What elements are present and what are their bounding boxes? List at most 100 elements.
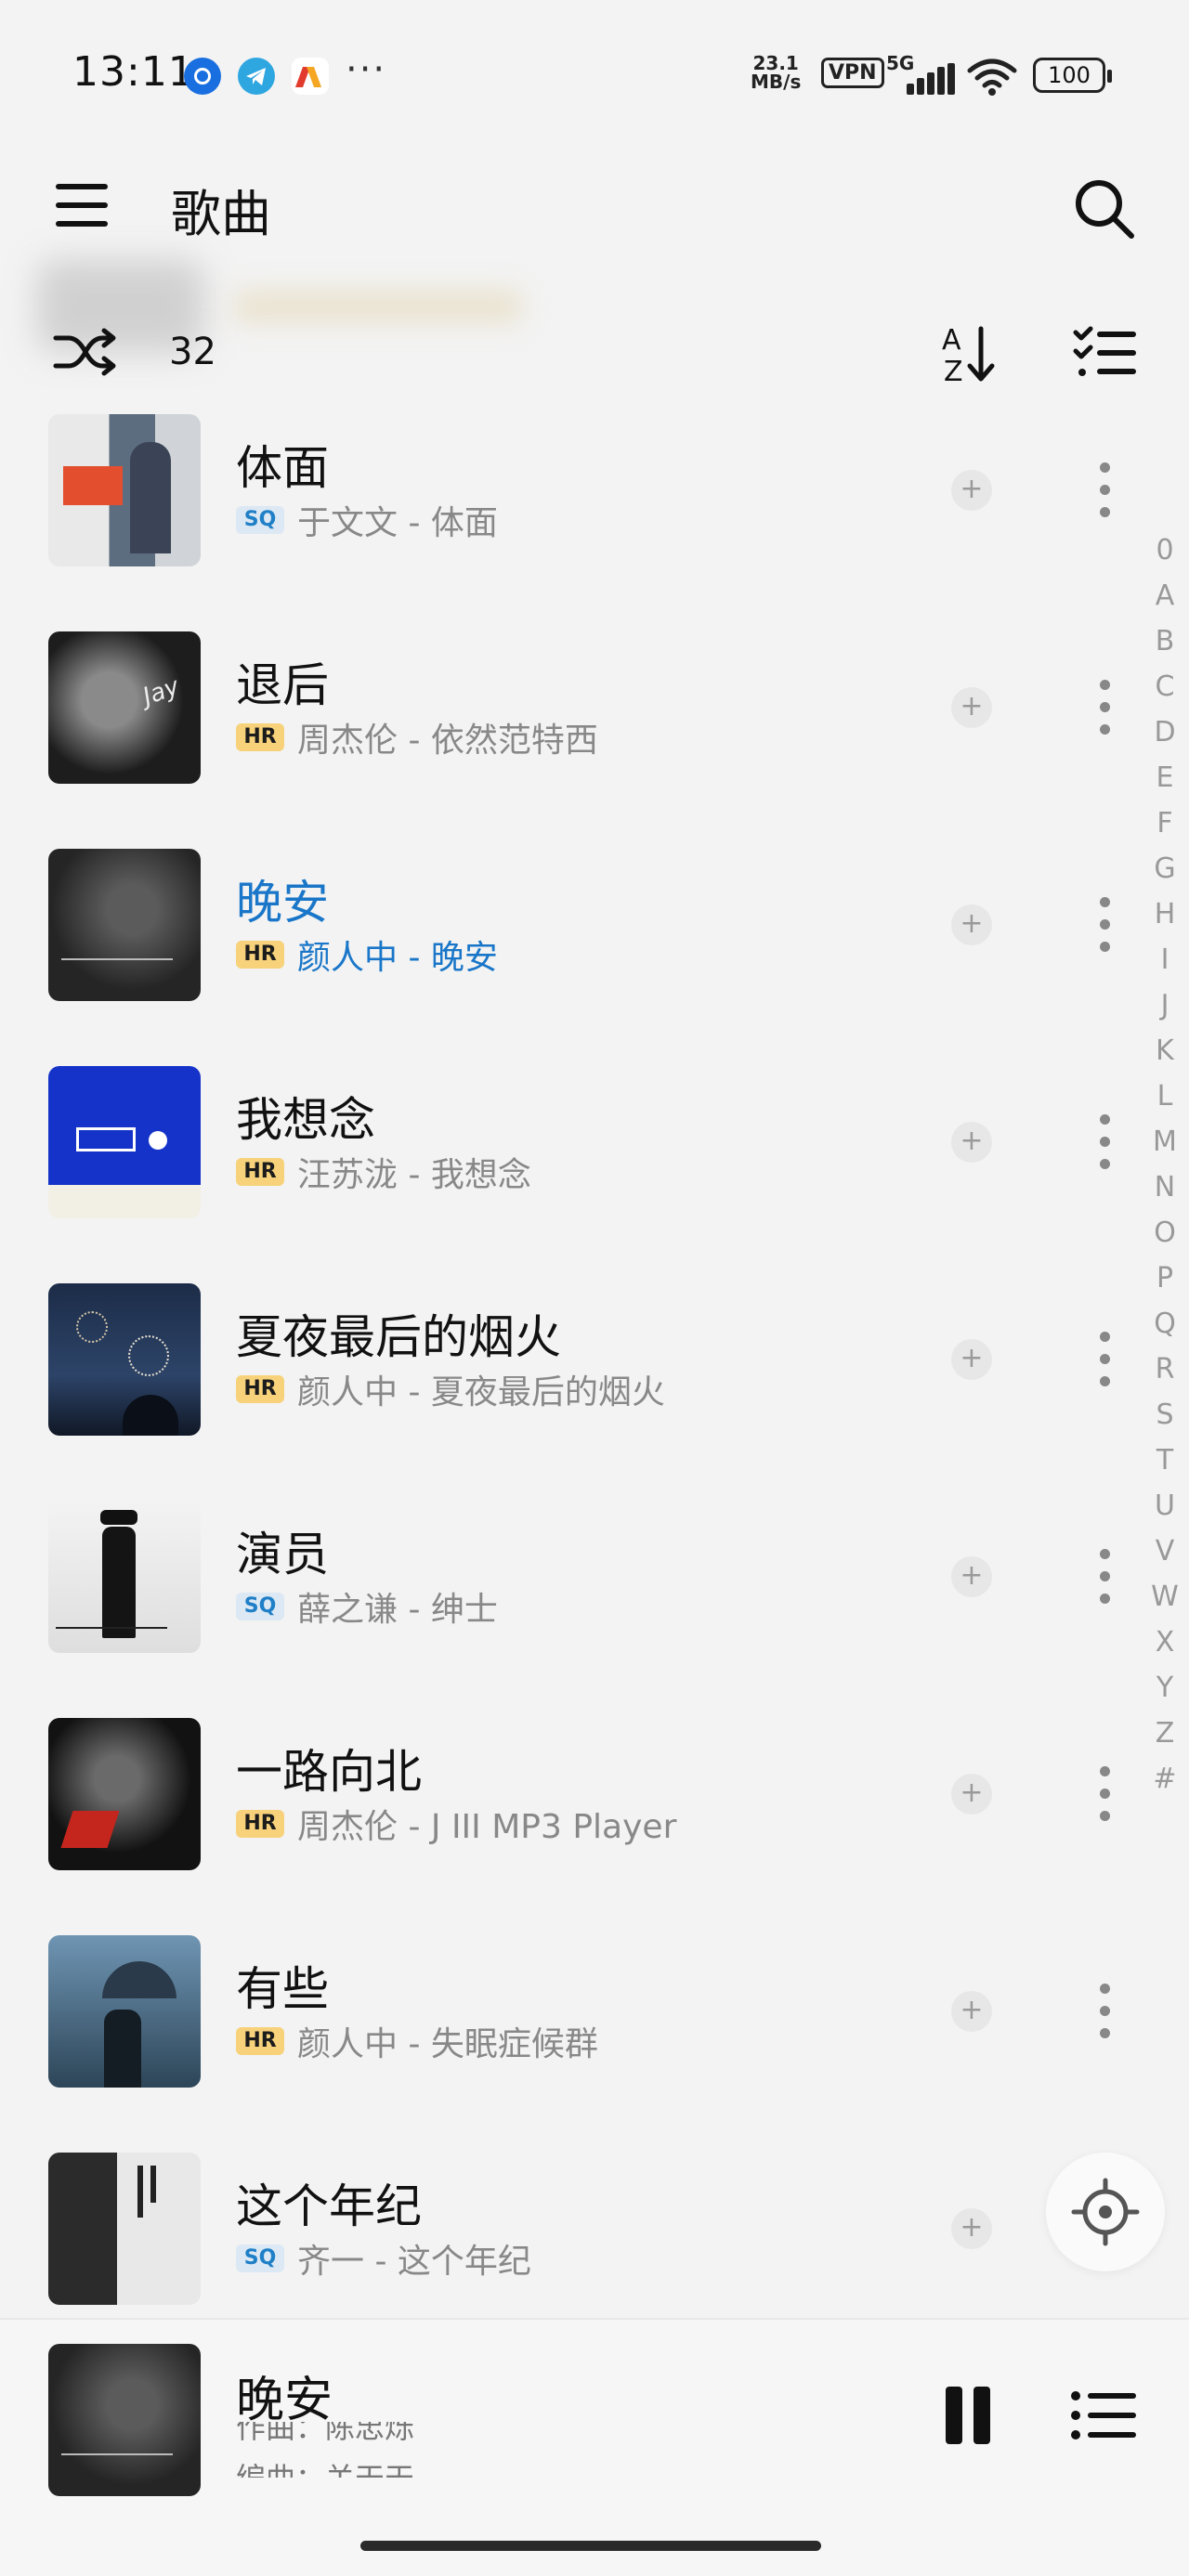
add-to-playlist-icon[interactable]: + [951, 687, 992, 728]
now-playing-cover[interactable] [48, 2344, 201, 2496]
album-cover [48, 1501, 201, 1653]
song-title: 有些 [236, 1962, 329, 2016]
alphabet-index-letter[interactable]: T [1148, 1438, 1182, 1483]
add-to-playlist-icon[interactable]: + [951, 1991, 992, 2032]
alphabet-index-letter[interactable]: E [1148, 755, 1182, 800]
alphabet-index-letter[interactable]: Q [1148, 1301, 1182, 1347]
more-options-icon[interactable] [1089, 1982, 1120, 2041]
artist-album: 齐一 - 这个年纪 [297, 2243, 531, 2281]
more-options-icon[interactable] [1089, 1547, 1120, 1607]
playlist-queue-icon[interactable] [1068, 2388, 1137, 2442]
alphabet-index-letter[interactable]: J [1148, 982, 1182, 1028]
alphabet-index-letter[interactable]: A [1148, 573, 1182, 618]
quality-badge: SQ [236, 506, 284, 534]
now-playing-lyric-line: 作曲：陈忠烁 [236, 2422, 415, 2442]
alphabet-index-letter[interactable]: 0 [1148, 527, 1182, 573]
add-to-playlist-icon[interactable]: + [951, 1122, 992, 1163]
add-to-playlist-icon[interactable]: + [951, 1556, 992, 1597]
battery-indicator: 100 [1033, 58, 1112, 93]
song-row[interactable]: 有些 HR 颜人中 - 失眠症候群 + [0, 1924, 1143, 2141]
alphabet-index-letter[interactable]: N [1148, 1164, 1182, 1210]
now-playing-lyric-line: 编曲：关天天 [236, 2457, 700, 2478]
artist-album: 于文文 - 体面 [297, 504, 498, 542]
search-icon[interactable] [1072, 176, 1137, 241]
song-row-now-playing[interactable]: 晚安 HR 颜人中 - 晚安 + [0, 838, 1143, 1055]
quality-badge: HR [236, 1810, 284, 1838]
shuffle-play-icon[interactable] [52, 325, 119, 379]
cell-signal-icon [907, 63, 955, 95]
alphabet-index-letter[interactable]: V [1148, 1529, 1182, 1574]
quality-badge: SQ [236, 1593, 284, 1620]
svg-text:Z: Z [944, 356, 963, 386]
more-options-icon[interactable] [1089, 1764, 1120, 1824]
song-title: 夏夜最后的烟火 [236, 1310, 561, 1364]
song-row[interactable]: Jay 退后 HR 周杰伦 - 依然范特西 + [0, 620, 1143, 838]
song-row[interactable]: 夏夜最后的烟火 HR 颜人中 - 夏夜最后的烟火 + [0, 1272, 1143, 1490]
alphabet-index-letter[interactable]: C [1148, 664, 1182, 709]
song-row[interactable]: 这个年纪 SQ 齐一 - 这个年纪 + [0, 2141, 1143, 2314]
add-to-playlist-icon[interactable]: + [951, 904, 992, 945]
song-subtitle: HR 颜人中 - 晚安 [236, 930, 498, 977]
alphabet-index-letter[interactable]: Y [1148, 1665, 1182, 1711]
sort-az-icon[interactable]: A Z [938, 321, 1005, 386]
locate-current-song-icon[interactable] [1046, 2153, 1165, 2271]
alphabet-index-letter[interactable]: Z [1148, 1711, 1182, 1756]
alphabet-index-letter[interactable]: G [1148, 846, 1182, 891]
song-subtitle: HR 颜人中 - 失眠症候群 [236, 2017, 598, 2063]
add-to-playlist-icon[interactable]: + [951, 2208, 992, 2249]
song-row[interactable]: 体面 SQ 于文文 - 体面 + [0, 403, 1143, 620]
song-title: 演员 [236, 1528, 329, 1581]
album-cover: Jay [48, 631, 201, 784]
song-subtitle: SQ 于文文 - 体面 [236, 496, 498, 542]
network-speed: 23.1 MB/s [751, 54, 801, 91]
wifi-icon [966, 56, 1018, 97]
quality-badge: HR [236, 2027, 284, 2055]
song-row[interactable]: 一路向北 HR 周杰伦 - J III MP3 Player + [0, 1707, 1143, 1924]
pause-icon[interactable] [946, 2387, 998, 2444]
song-row[interactable]: 我想念 HR 汪苏泷 - 我想念 + [0, 1055, 1143, 1272]
svg-text:A: A [942, 324, 961, 357]
alphabet-index-letter[interactable]: I [1148, 937, 1182, 982]
song-title: 体面 [236, 441, 329, 495]
alphabet-index-letter[interactable]: F [1148, 800, 1182, 846]
alphabet-index-letter[interactable]: W [1148, 1574, 1182, 1620]
alphabet-index-letter[interactable]: U [1148, 1483, 1182, 1529]
song-list[interactable]: 体面 SQ 于文文 - 体面 + Jay 退后 HR 周杰伦 - 依然范特西 + 晚… [0, 403, 1189, 2314]
alphabet-index-letter[interactable]: D [1148, 709, 1182, 755]
multi-select-icon[interactable] [1072, 325, 1137, 381]
more-options-icon[interactable] [1089, 678, 1120, 737]
quality-badge: HR [236, 1158, 284, 1186]
more-options-icon[interactable] [1089, 461, 1120, 520]
alphabet-index-letter[interactable]: S [1148, 1392, 1182, 1438]
add-to-playlist-icon[interactable]: + [951, 470, 992, 511]
more-options-icon[interactable] [1089, 895, 1120, 955]
home-indicator[interactable] [360, 2541, 821, 2551]
artist-album: 颜人中 - 夏夜最后的烟火 [297, 1373, 665, 1412]
add-to-playlist-icon[interactable]: + [951, 1339, 992, 1380]
alphabet-index[interactable]: 0 A B C D E F G H I J K L M N O P Q R S T U V W X Y Z # [1148, 527, 1182, 1802]
song-subtitle: SQ 齐一 - 这个年纪 [236, 2234, 531, 2281]
alphabet-index-letter[interactable]: L [1148, 1073, 1182, 1119]
song-title: 晚安 [236, 876, 329, 930]
song-subtitle: HR 周杰伦 - J III MP3 Player [236, 1800, 676, 1846]
song-count: 32 [169, 331, 216, 373]
alphabet-index-letter[interactable]: R [1148, 1347, 1182, 1392]
more-options-icon[interactable] [1089, 1112, 1120, 1172]
alphabet-index-letter[interactable]: # [1148, 1756, 1182, 1802]
alphabet-index-letter[interactable]: P [1148, 1255, 1182, 1301]
app-notification-icon [184, 58, 221, 95]
alphabet-index-letter[interactable]: M [1148, 1119, 1182, 1164]
alphabet-index-letter[interactable]: K [1148, 1028, 1182, 1073]
album-cover [48, 1283, 201, 1436]
more-options-icon[interactable] [1089, 1330, 1120, 1389]
more-notifications-icon: ··· [346, 48, 387, 91]
alphabet-index-letter[interactable]: X [1148, 1620, 1182, 1665]
alphabet-index-letter[interactable]: O [1148, 1210, 1182, 1255]
alphabet-index-letter[interactable]: H [1148, 891, 1182, 937]
add-to-playlist-icon[interactable]: + [951, 1774, 992, 1815]
song-row[interactable]: 演员 SQ 薛之谦 - 绅士 + [0, 1490, 1143, 1707]
quality-badge: HR [236, 941, 284, 969]
menu-icon[interactable] [52, 182, 111, 230]
now-playing-bar[interactable]: 晚安 作曲：陈忠烁 编曲：关天天 [0, 2318, 1189, 2576]
alphabet-index-letter[interactable]: B [1148, 618, 1182, 664]
